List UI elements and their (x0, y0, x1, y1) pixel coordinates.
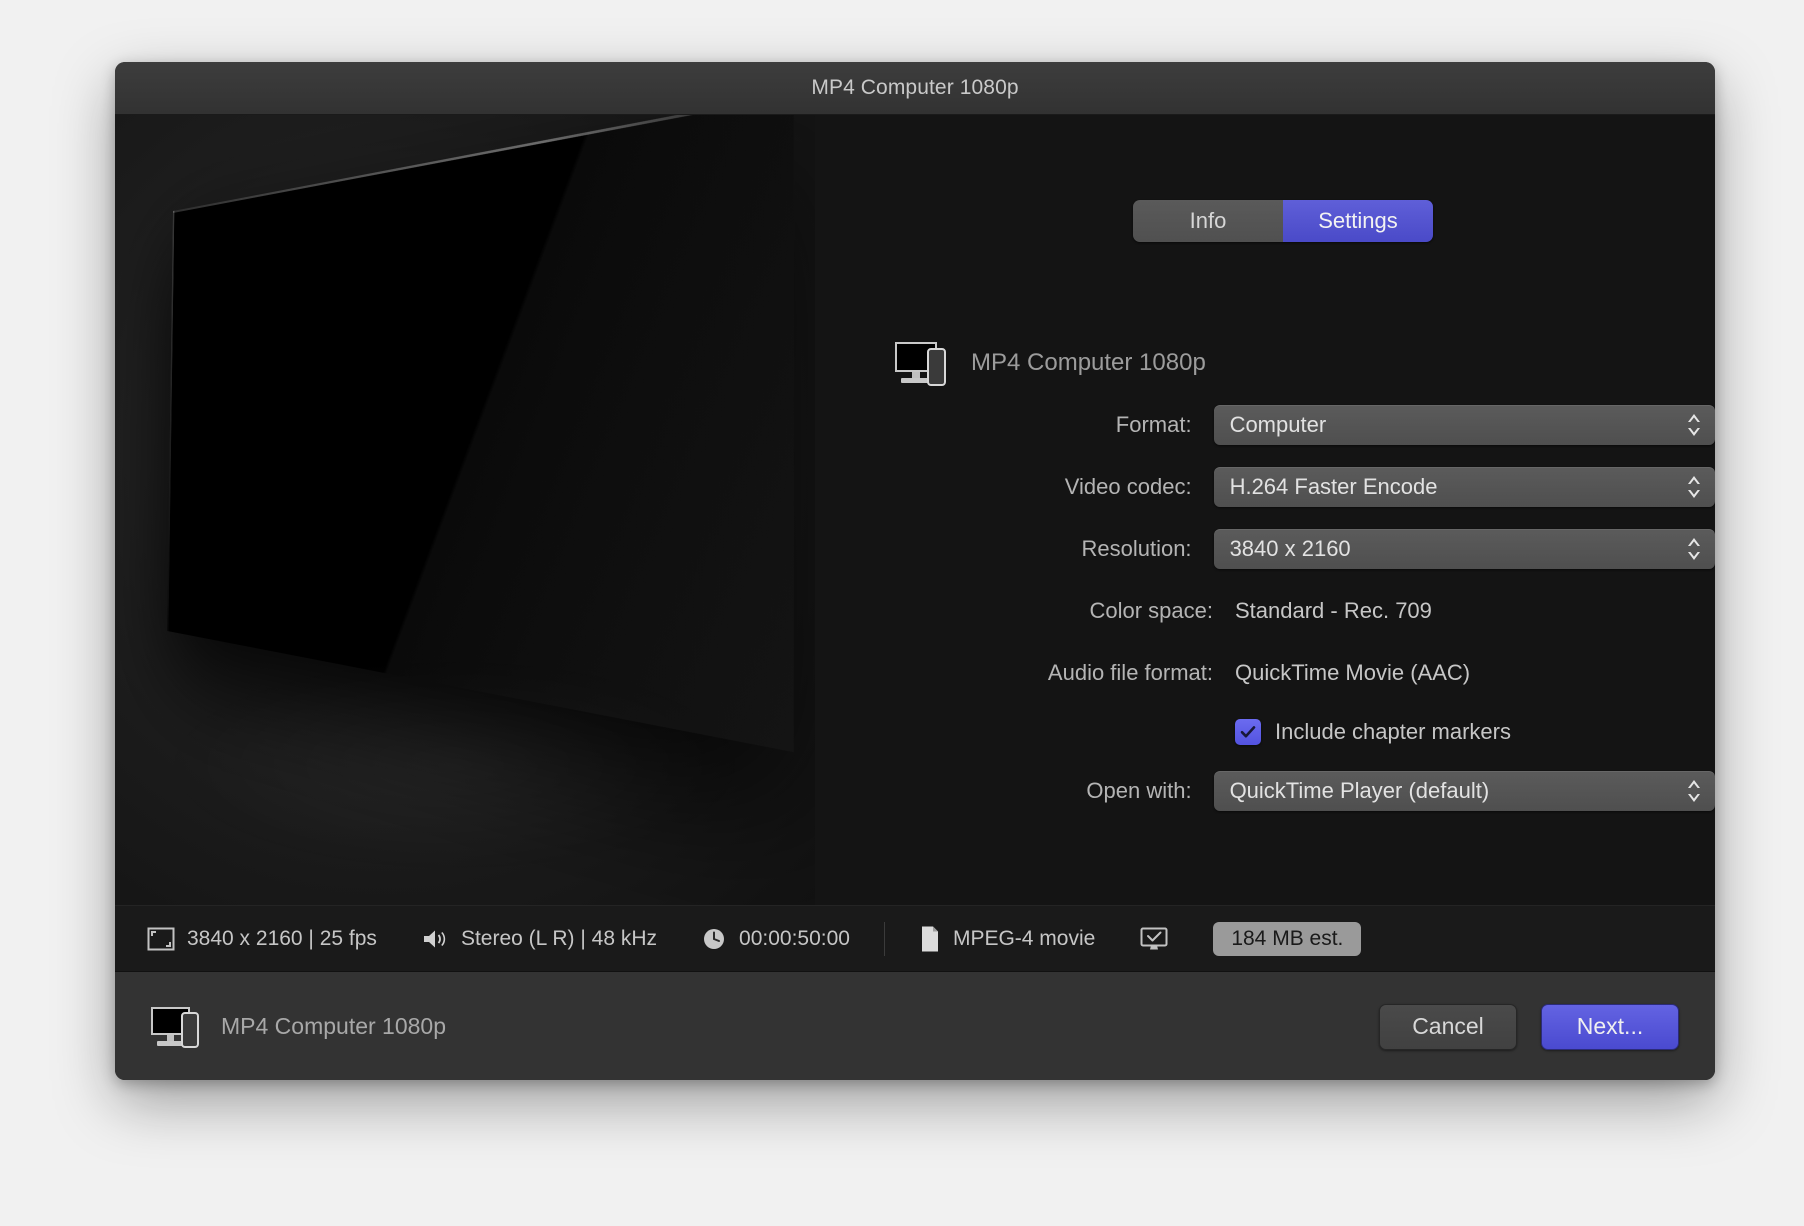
video-codec-popup-button[interactable]: H.264 Faster Encode (1213, 467, 1715, 507)
status-audio: Stereo (L R) | 48 kHz (421, 927, 657, 951)
chevron-updown-icon (1685, 777, 1703, 805)
preview-frame-image (167, 115, 794, 753)
estimated-size-badge: 184 MB est. (1213, 921, 1362, 956)
window-body: Info Settings MP4 Computer 1080p Format:… (115, 115, 1715, 971)
status-destination (1139, 926, 1169, 952)
footer-preset-name: MP4 Computer 1080p (221, 1013, 447, 1039)
window-titlebar[interactable]: MP4 Computer 1080p (115, 62, 1715, 115)
settings-form: Format: Computer Video codec: H.264 Fast… (815, 405, 1715, 833)
row-include-chapter-markers: Include chapter markers (815, 715, 1715, 749)
include-chapter-markers-label: Include chapter markers (1275, 719, 1511, 744)
row-resolution: Resolution: 3840 x 2160 (815, 529, 1715, 569)
window-title: MP4 Computer 1080p (811, 76, 1019, 99)
format-value: Computer (1229, 412, 1327, 437)
tab-settings-label: Settings (1318, 208, 1398, 233)
status-audio-text: Stereo (L R) | 48 kHz (460, 926, 658, 950)
row-open-with: Open with: QuickTime Player (default) (815, 771, 1715, 811)
checkmark-icon (1240, 726, 1256, 738)
resolution-value: 3840 x 2160 (1229, 536, 1351, 561)
chevron-updown-icon (1685, 473, 1703, 501)
clock-icon (701, 926, 727, 952)
chevron-updown-icon (1685, 411, 1703, 439)
color-space-label: Color space: (1089, 598, 1213, 623)
open-with-value: QuickTime Player (default) (1229, 778, 1490, 803)
open-with-popup-button[interactable]: QuickTime Player (default) (1213, 771, 1715, 811)
export-settings-window: MP4 Computer 1080p Info Settings MP4 Com… (115, 62, 1715, 1080)
next-button[interactable]: Next... (1541, 1003, 1679, 1050)
phone-shape (927, 348, 946, 386)
status-divider (883, 921, 885, 956)
cancel-button[interactable]: Cancel (1379, 1003, 1517, 1050)
status-filetype: MPEG-4 movie (919, 925, 1095, 953)
color-space-value: Standard - Rec. 709 (1235, 598, 1432, 623)
tab-info[interactable]: Info (1133, 200, 1283, 242)
video-preview-pane[interactable] (115, 115, 815, 905)
window-footer: MP4 Computer 1080p Cancel Next... (115, 971, 1715, 1080)
audio-file-format-label: Audio file format: (1047, 660, 1213, 685)
row-color-space: Color space: Standard - Rec. 709 (815, 591, 1715, 631)
frame-icon (147, 927, 175, 951)
row-video-codec: Video codec: H.264 Faster Encode (815, 467, 1715, 507)
desktop-background: MP4 Computer 1080p Info Settings MP4 Com… (0, 0, 1804, 1226)
footer-actions: Cancel Next... (1379, 1003, 1679, 1050)
settings-pane: Info Settings MP4 Computer 1080p Format:… (815, 115, 1715, 905)
document-icon (919, 925, 941, 953)
computer-phone-icon (895, 340, 951, 386)
resolution-popup-button[interactable]: 3840 x 2160 (1213, 529, 1715, 569)
status-duration-text: 00:00:50:00 (739, 926, 850, 950)
monitor-check-icon (1139, 926, 1169, 952)
open-with-label: Open with: (1086, 778, 1192, 803)
format-popup-button[interactable]: Computer (1213, 405, 1715, 445)
include-chapter-markers-control[interactable]: Include chapter markers (1235, 719, 1511, 745)
phone-shape (181, 1011, 199, 1048)
resolution-label: Resolution: (1081, 536, 1192, 561)
speaker-icon (421, 927, 449, 951)
preset-header: MP4 Computer 1080p (895, 340, 1206, 386)
status-resolution-text: 3840 x 2160 | 25 fps (187, 926, 377, 950)
chevron-updown-icon (1685, 535, 1703, 563)
tab-info-label: Info (1189, 208, 1227, 233)
status-filetype-text: MPEG-4 movie (952, 926, 1096, 950)
tab-settings[interactable]: Settings (1283, 200, 1433, 242)
footer-preset: MP4 Computer 1080p (151, 1005, 446, 1049)
monitor-neck-shape (167, 1034, 174, 1041)
format-label: Format: (1115, 412, 1192, 437)
video-codec-value: H.264 Faster Encode (1229, 474, 1438, 499)
computer-phone-icon (151, 1005, 203, 1049)
status-resolution: 3840 x 2160 | 25 fps (147, 927, 377, 951)
preview-stage (167, 115, 794, 753)
status-duration: 00:00:50:00 (701, 926, 850, 952)
audio-file-format-value: QuickTime Movie (AAC) (1235, 660, 1471, 685)
row-audio-file-format: Audio file format: QuickTime Movie (AAC) (815, 653, 1715, 693)
pane-tabs: Info Settings (1133, 200, 1433, 242)
media-status-bar: 3840 x 2160 | 25 fps Stereo (L R) | 48 k… (115, 905, 1715, 971)
include-chapter-markers-checkbox[interactable] (1235, 719, 1261, 745)
row-format: Format: Computer (815, 405, 1715, 445)
video-codec-label: Video codec: (1064, 474, 1192, 499)
preset-name: MP4 Computer 1080p (971, 349, 1206, 376)
